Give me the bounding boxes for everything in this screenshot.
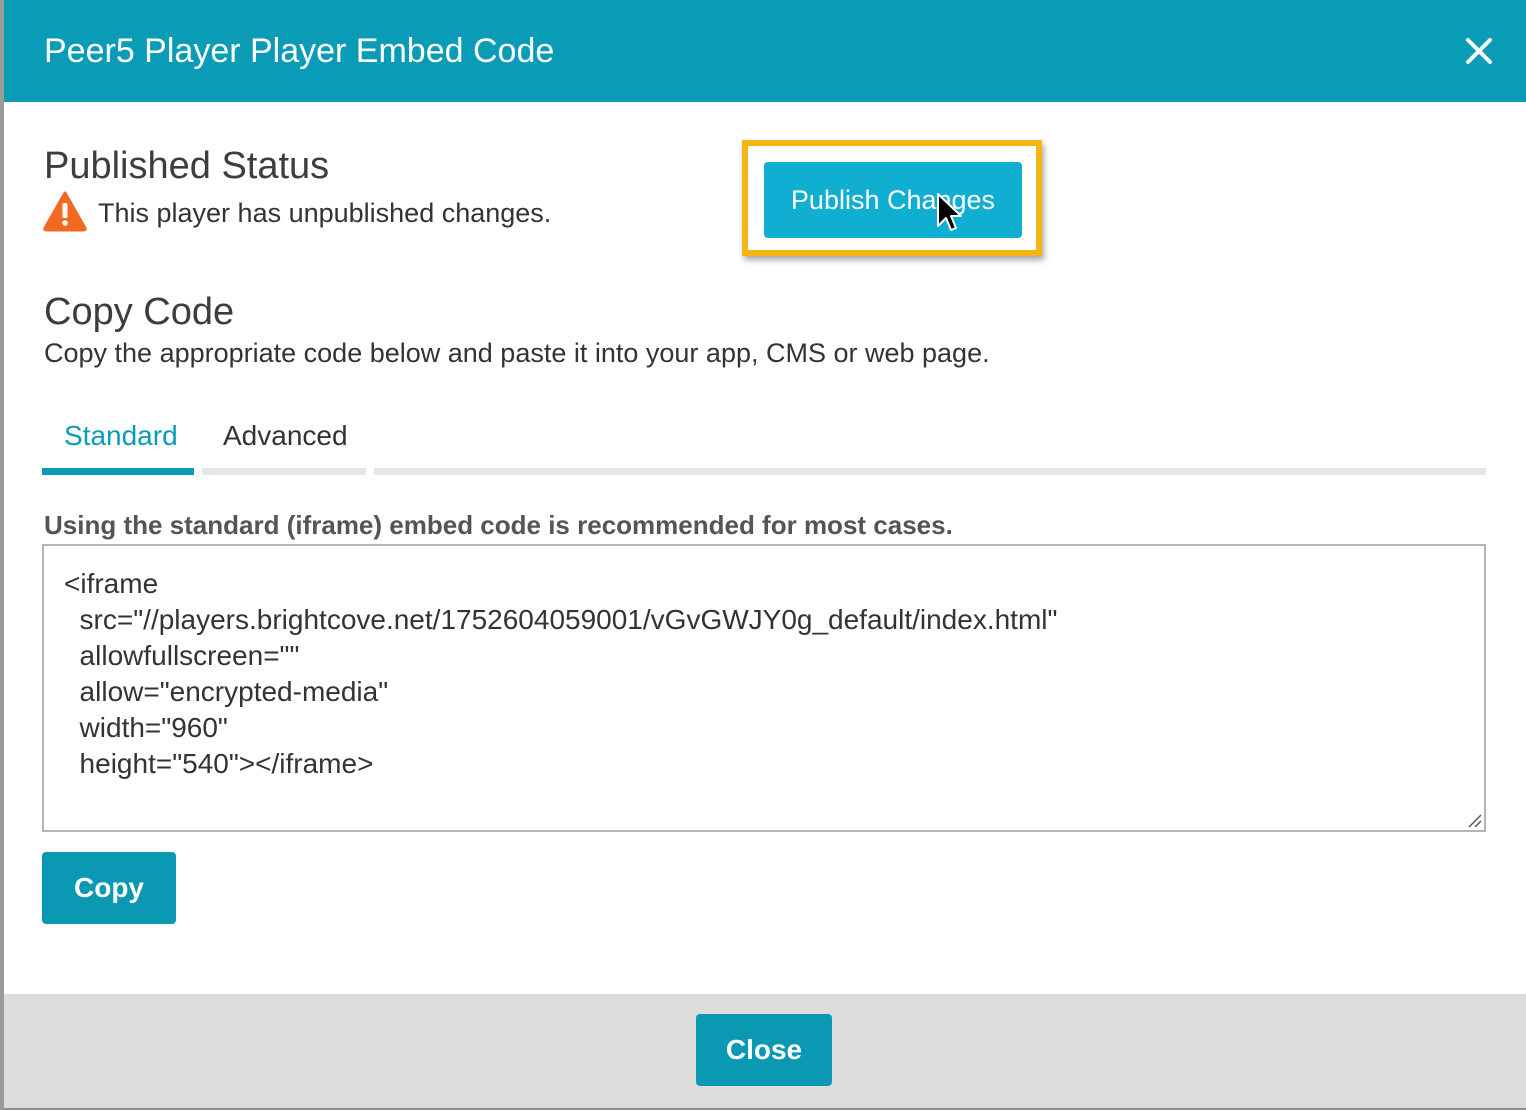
tab-standard-active-indicator [42, 468, 194, 475]
dialog-header: Peer5 Player Player Embed Code [4, 0, 1526, 102]
copy-code-description: Copy the appropriate code below and past… [44, 338, 990, 368]
embed-code-dialog: Peer5 Player Player Embed Code Published… [4, 0, 1526, 1108]
unpublished-changes-message: This player has unpublished changes. [98, 198, 552, 228]
close-icon[interactable] [1462, 34, 1496, 68]
embed-code-text[interactable]: <iframe src="//players.brightcove.net/17… [64, 566, 1057, 782]
tab-standard[interactable]: Standard [64, 416, 178, 456]
published-status-heading: Published Status [44, 145, 330, 187]
resize-handle-icon[interactable] [1466, 812, 1482, 828]
mouse-cursor-icon [936, 192, 962, 238]
close-button[interactable]: Close [696, 1014, 832, 1086]
embed-code-textarea[interactable]: <iframe src="//players.brightcove.net/17… [42, 544, 1486, 832]
standard-embed-note: Using the standard (iframe) embed code i… [44, 510, 953, 540]
dialog-footer: Close [4, 994, 1526, 1108]
tab-advanced-indicator [202, 468, 366, 475]
dialog-title: Peer5 Player Player Embed Code [44, 32, 555, 70]
tab-bar-rail [374, 468, 1486, 475]
warning-icon [42, 190, 88, 232]
tab-advanced[interactable]: Advanced [223, 416, 348, 456]
copy-code-heading: Copy Code [44, 291, 235, 333]
publish-changes-button[interactable]: Publish Changes [764, 162, 1022, 238]
copy-button[interactable]: Copy [42, 852, 176, 924]
